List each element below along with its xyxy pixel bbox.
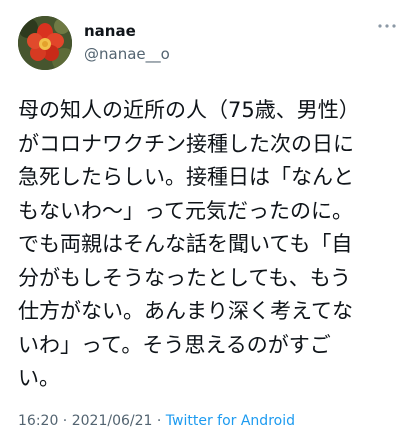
tweet-meta: 16:20 · 2021/06/21 · Twitter for Android [18,413,295,429]
user-handle[interactable]: @nanae__o [84,45,170,63]
flower-avatar-icon [18,16,72,70]
tweet-text: 母の知人の近所の人（75歳、男性） がコロナワクチン接種した次の日に 急死したら… [18,98,360,390]
more-dots-icon[interactable] [376,18,398,32]
tweet-card: nanae @nanae__o 母の知人の近所の人（75歳、男性） がコロナワク… [0,0,416,447]
display-name[interactable]: nanae [84,22,136,40]
tweet-date[interactable]: 2021/06/21 [72,413,153,429]
meta-separator-2: · [152,413,166,429]
tweet-source-link[interactable]: Twitter for Android [166,413,295,429]
meta-separator: · [58,413,72,429]
tweet-time[interactable]: 16:20 [18,413,58,429]
avatar[interactable] [18,16,72,70]
